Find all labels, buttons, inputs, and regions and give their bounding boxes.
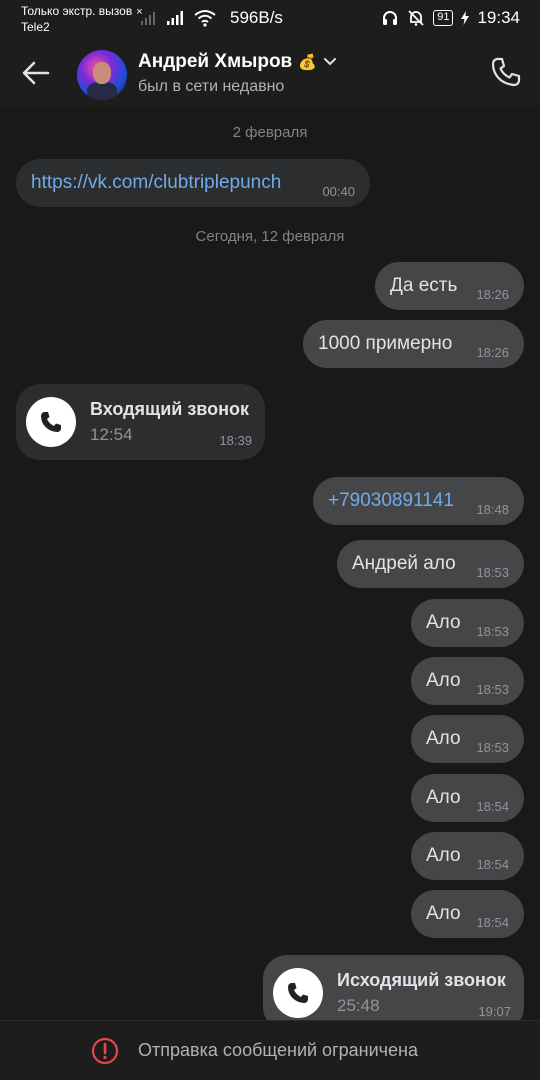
message-outgoing[interactable]: Андрей ало 18:53 bbox=[337, 540, 524, 588]
message-text: Ало bbox=[426, 612, 461, 633]
system-indicators: 91 19:34 bbox=[381, 8, 520, 28]
call-title: Исходящий звонок bbox=[337, 970, 506, 990]
message-time: 19:07 bbox=[478, 1004, 511, 1019]
wifi-icon bbox=[194, 10, 216, 27]
restriction-notice: Отправка сообщений ограничена bbox=[138, 1040, 418, 1060]
call-duration: 12:54 bbox=[90, 425, 133, 444]
message-text: 1000 примерно bbox=[318, 333, 453, 354]
message-time: 18:54 bbox=[476, 857, 509, 872]
message-time: 18:48 bbox=[476, 502, 509, 517]
phone-icon[interactable] bbox=[490, 56, 522, 88]
call-card-outgoing[interactable]: Исходящий звонок 25:48 19:07 bbox=[263, 955, 524, 1020]
message-outgoing[interactable]: +79030891141 18:48 bbox=[313, 477, 524, 525]
message-outgoing[interactable]: Ало 18:53 bbox=[411, 715, 524, 763]
signal-icon bbox=[167, 11, 183, 25]
date-separator: 2 февраля bbox=[232, 124, 308, 141]
message-list[interactable]: 2 февраля https://vk.com/clubtriplepunch… bbox=[0, 108, 540, 1020]
message-time: 00:40 bbox=[322, 184, 355, 199]
message-outgoing[interactable]: 1000 примерно 18:26 bbox=[303, 320, 524, 368]
message-text: Ало bbox=[426, 728, 461, 749]
network-indicators: 596B/s bbox=[140, 8, 283, 28]
message-outgoing[interactable]: Ало 18:53 bbox=[411, 657, 524, 705]
back-arrow-icon[interactable] bbox=[20, 58, 52, 88]
message-outgoing[interactable]: Ало 18:54 bbox=[411, 774, 524, 822]
battery-level: 91 bbox=[433, 10, 454, 26]
money-bag-emoji: 💰 bbox=[298, 54, 317, 71]
mute-bell-icon bbox=[408, 10, 424, 26]
message-text: Андрей ало bbox=[352, 553, 456, 574]
online-status: был в сети недавно bbox=[138, 78, 285, 95]
message-time: 18:53 bbox=[476, 565, 509, 580]
message-text: Ало bbox=[426, 670, 461, 691]
call-title: Входящий звонок bbox=[90, 399, 249, 419]
message-outgoing[interactable]: Ало 18:54 bbox=[411, 832, 524, 880]
signal-empty-icon bbox=[141, 12, 155, 25]
carrier-name: Tele2 bbox=[21, 20, 50, 34]
contact-name: Андрей Хмыров bbox=[138, 51, 293, 72]
message-time: 18:53 bbox=[476, 682, 509, 697]
call-icon-circle bbox=[26, 397, 76, 447]
message-time: 18:39 bbox=[219, 433, 252, 448]
message-text: Ало bbox=[426, 845, 461, 866]
emergency-only-label: Только экстр. вызов bbox=[21, 4, 133, 18]
message-outgoing[interactable]: Ало 18:54 bbox=[411, 890, 524, 938]
message-time: 18:26 bbox=[476, 287, 509, 302]
message-text: Да есть bbox=[390, 275, 458, 296]
message-time: 18:26 bbox=[476, 345, 509, 360]
message-outgoing[interactable]: Ало 18:53 bbox=[411, 599, 524, 647]
message-time: 18:53 bbox=[476, 740, 509, 755]
phone-icon bbox=[41, 412, 61, 432]
message-incoming[interactable]: https://vk.com/clubtriplepunch 00:40 bbox=[16, 159, 370, 207]
carrier-info: Только экстр. вызов × Tele2 bbox=[21, 4, 143, 35]
message-text: Ало bbox=[426, 903, 461, 924]
message-time: 18:54 bbox=[476, 915, 509, 930]
status-bar: Только экстр. вызов × Tele2 596B/s 91 19:… bbox=[0, 0, 540, 38]
headset-icon bbox=[383, 11, 398, 25]
contact-title[interactable]: Андрей Хмыров 💰 bbox=[138, 51, 337, 73]
phone-icon bbox=[288, 983, 308, 1003]
charging-icon bbox=[461, 11, 470, 25]
message-link[interactable]: https://vk.com/clubtriplepunch bbox=[31, 172, 281, 194]
message-phone-link[interactable]: +79030891141 bbox=[328, 490, 454, 512]
message-outgoing[interactable]: Да есть 18:26 bbox=[375, 262, 524, 310]
call-duration: 25:48 bbox=[337, 996, 380, 1015]
avatar[interactable] bbox=[77, 50, 127, 100]
message-time: 18:53 bbox=[476, 624, 509, 639]
chat-header: Андрей Хмыров 💰 был в сети недавно bbox=[0, 38, 540, 108]
messaging-restricted-bar: Отправка сообщений ограничена bbox=[0, 1020, 540, 1080]
message-text: Ало bbox=[426, 787, 461, 808]
message-time: 18:54 bbox=[476, 799, 509, 814]
warning-icon bbox=[91, 1037, 119, 1065]
call-card-incoming[interactable]: Входящий звонок 12:54 18:39 bbox=[16, 384, 265, 460]
chevron-down-icon[interactable] bbox=[323, 57, 337, 67]
network-speed: 596B/s bbox=[230, 8, 283, 27]
clock: 19:34 bbox=[477, 8, 520, 27]
call-icon-circle bbox=[273, 968, 323, 1018]
date-separator: Сегодня, 12 февраля bbox=[195, 228, 345, 245]
